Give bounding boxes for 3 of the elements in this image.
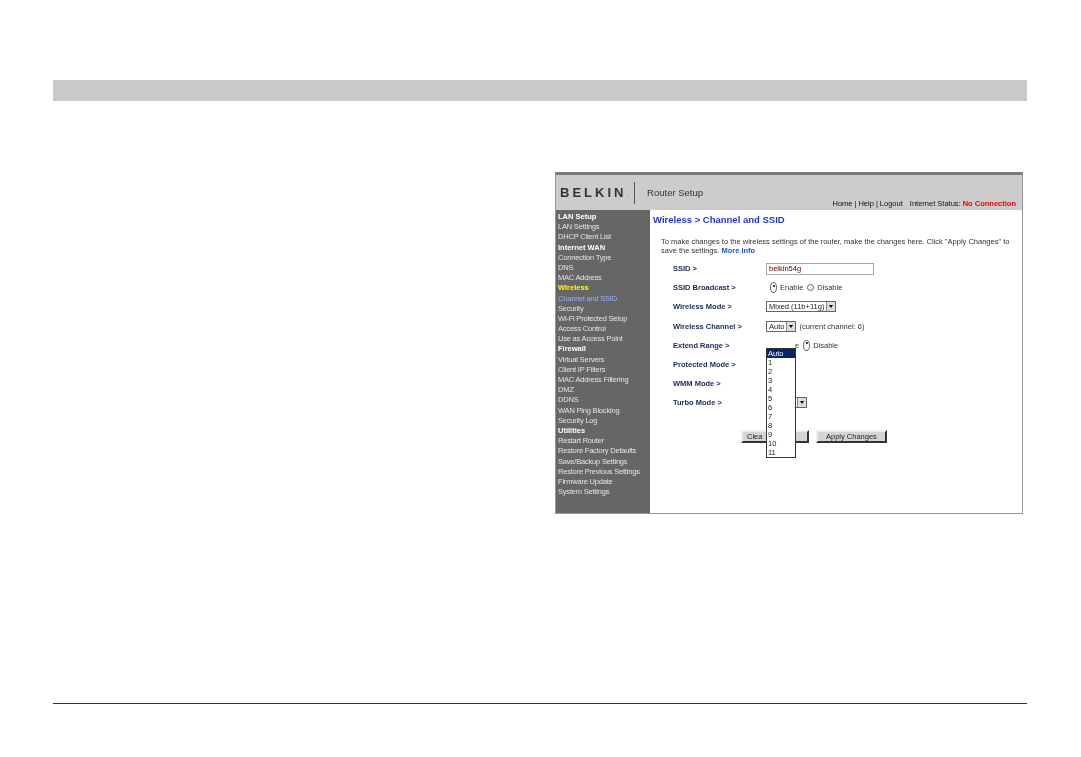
page-title: Wireless > Channel and SSID [653, 214, 786, 225]
app-title: Router Setup [647, 187, 704, 198]
brand-logo: BELKIN [560, 185, 627, 200]
